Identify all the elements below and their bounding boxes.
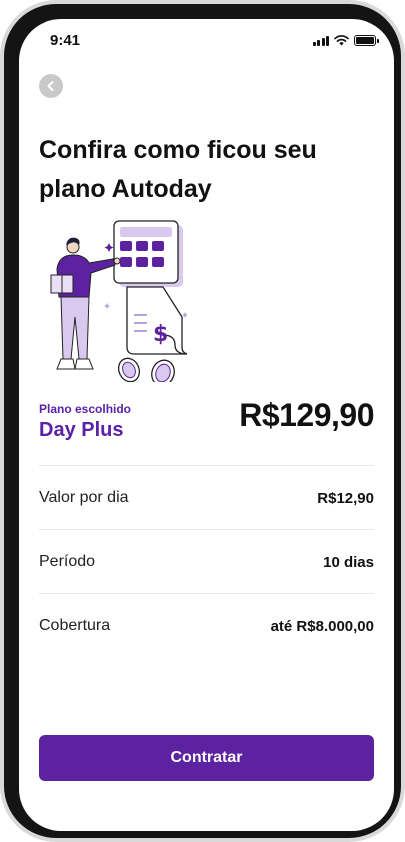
detail-row-period: Período 10 dias xyxy=(39,550,374,574)
page-title: Confira como ficou seu plano Autoday xyxy=(39,136,317,203)
detail-value: R$12,90 xyxy=(317,489,374,507)
battery-icon xyxy=(354,35,379,46)
status-icons xyxy=(312,35,379,46)
back-button[interactable] xyxy=(39,74,63,98)
contratar-button[interactable]: Contratar xyxy=(39,735,374,781)
detail-label: Valor por dia xyxy=(39,489,129,506)
detail-label: Cobertura xyxy=(39,617,111,634)
detail-value: 10 dias xyxy=(323,553,374,571)
chevron-left-icon xyxy=(47,81,54,91)
plan-price: R$129,90 xyxy=(239,397,374,433)
detail-label: Período xyxy=(39,553,96,570)
plan-name: Day Plus xyxy=(39,419,124,441)
detail-value: até R$8.000,00 xyxy=(270,617,374,635)
wifi-icon xyxy=(334,35,349,46)
detail-row-daily-value: Valor por dia R$12,90 xyxy=(39,486,374,510)
calculator-person-illustration: $ xyxy=(50,220,187,382)
phone-frame: 9:41 Confira como ficou seu plano Autoda… xyxy=(0,0,405,842)
detail-row-coverage: Cobertura até R$8.000,00 xyxy=(39,614,374,638)
divider xyxy=(39,529,374,530)
cellular-signal-icon xyxy=(312,35,329,46)
app-screen: 9:41 Confira como ficou seu plano Autoda… xyxy=(19,19,394,831)
phone-bezel: 9:41 Confira como ficou seu plano Autoda… xyxy=(4,4,401,838)
divider xyxy=(39,465,374,466)
divider xyxy=(39,593,374,594)
status-time: 9:41 xyxy=(50,32,81,49)
plan-label: Plano escolhido xyxy=(39,402,132,416)
svg-text:$: $ xyxy=(153,322,168,347)
